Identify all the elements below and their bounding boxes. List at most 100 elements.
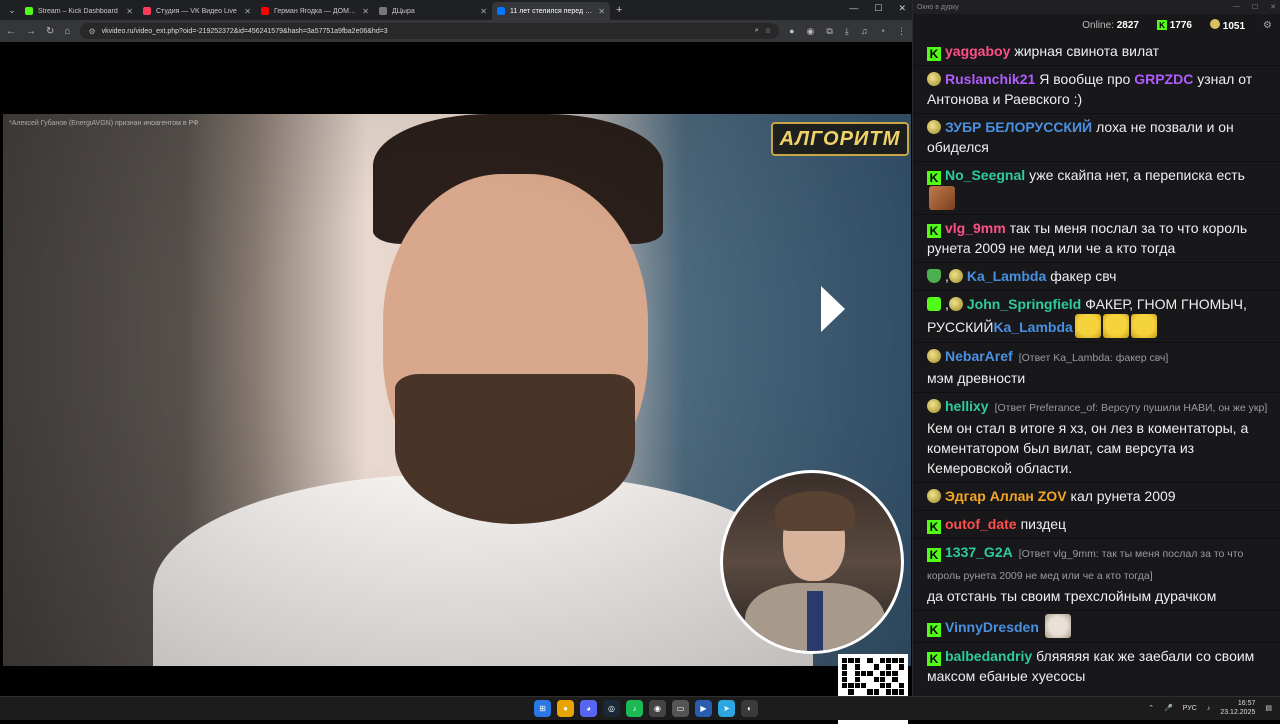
browser-tab[interactable]: 11 лет стелился перед Укр ✕ xyxy=(492,2,610,20)
chat-username[interactable]: balbedandriy xyxy=(945,648,1032,664)
chat-messages[interactable]: Kyaggaboy жирная свинота вилат Ruslanchik2… xyxy=(913,38,1280,688)
tab-close-icon[interactable]: ✕ xyxy=(362,7,369,16)
clock[interactable]: 16:57 23.12.2025 xyxy=(1220,699,1255,717)
chat-message[interactable]: , Ka_Lambda факер свч xyxy=(913,263,1280,291)
browser-tab[interactable]: Stream – Kick Dashboard ✕ xyxy=(20,2,138,20)
chat-stats: Online: 2827 K 1776 1051 ⚙ xyxy=(913,14,1280,36)
chat-message[interactable]: , John_Springfield ФАКЕР, ГНОМ ГНОМЫЧ, РУС… xyxy=(913,291,1280,343)
chrome-icon[interactable]: ● xyxy=(557,700,574,717)
chat-username[interactable]: 1337_G2A xyxy=(945,544,1013,560)
forward-icon[interactable]: → xyxy=(26,26,36,37)
home-icon[interactable]: ⌂ xyxy=(64,26,70,37)
chat-username[interactable]: John_Springfield xyxy=(967,296,1081,312)
notifications-icon[interactable]: ▤ xyxy=(1265,704,1272,712)
video-player[interactable]: *Алексей Губанов (EnergiAVGN) признан ин… xyxy=(0,42,912,724)
chat-message[interactable]: Эдгар Аллан ZOV кал рунета 2009 xyxy=(913,483,1280,511)
emote-face-icon xyxy=(929,186,955,210)
chat-message[interactable]: Koutof_date пиздец xyxy=(913,511,1280,539)
chat-username[interactable]: Эдгар Аллан ZOV xyxy=(945,488,1067,504)
qr-module xyxy=(854,670,860,676)
chat-message[interactable]: Kyaggaboy жирная свинота вилат xyxy=(913,38,1280,66)
site-info-icon[interactable]: ⚙ xyxy=(88,27,95,36)
app-icon[interactable]: ▭ xyxy=(672,700,689,717)
minimize-icon[interactable]: — xyxy=(849,3,858,14)
lang-indicator[interactable]: РУС xyxy=(1183,705,1197,712)
qr-module xyxy=(842,658,848,664)
chat-message[interactable]: Kvlg_9mm так ты меня послал за то что кор… xyxy=(913,215,1280,263)
volume-icon[interactable]: ♪ xyxy=(1207,705,1211,712)
qr-module xyxy=(892,670,898,676)
chat-username[interactable]: ЗУБР БЕЛОРУССКИЙ xyxy=(945,119,1092,135)
play-arrow-icon[interactable] xyxy=(821,286,845,332)
chat-username[interactable]: vlg_9mm xyxy=(945,220,1006,236)
qr-module xyxy=(886,689,892,695)
tab-close-icon[interactable]: ✕ xyxy=(480,7,487,16)
recording-extension-icon[interactable]: ◉ xyxy=(807,26,815,37)
zoom-icon[interactable]: ⌕ xyxy=(755,27,759,35)
chat-close-icon[interactable]: ✕ xyxy=(1270,3,1276,11)
extension-icon[interactable]: ● xyxy=(789,26,794,36)
extensions-puzzle-icon[interactable]: ⧉ xyxy=(826,26,832,37)
mention[interactable]: GRPZDC xyxy=(1134,71,1193,87)
maximize-icon[interactable]: ☐ xyxy=(874,3,882,14)
obs-icon[interactable]: ◉ xyxy=(649,700,666,717)
tab-search-icon[interactable]: ⌄ xyxy=(4,2,20,18)
tab-close-icon[interactable]: ✕ xyxy=(244,7,251,16)
spotify-icon[interactable]: ♪ xyxy=(626,700,643,717)
chat-message[interactable]: K VinnyDresden xyxy=(913,611,1280,643)
chat-username[interactable]: yaggaboy xyxy=(945,43,1010,59)
browser-tab[interactable]: Герман Ягодка — ДОМ 2 и ав ✕ xyxy=(256,2,374,20)
tray-chevron-icon[interactable]: ⌃ xyxy=(1148,704,1154,712)
qr-module xyxy=(867,658,873,664)
chat-username[interactable]: VinnyDresden xyxy=(945,619,1039,635)
profile-icon[interactable]: ◔ xyxy=(880,26,885,36)
chat-message[interactable]: K No_Seegnal уже скайпа нет, а переписка е… xyxy=(913,162,1280,215)
settings-gear-icon[interactable]: ⚙ xyxy=(1263,20,1272,31)
chat-message[interactable]: ЗУБР БЕЛОРУССКИЙ лоха не позвали и он оби… xyxy=(913,114,1280,162)
browser-tab[interactable]: Студия — VK Видео Live ✕ xyxy=(138,2,256,20)
start-icon[interactable]: ⊞ xyxy=(534,700,551,717)
chat-message[interactable]: NebarAref [Ответ Ka_Lambda: факер свч] мэм… xyxy=(913,343,1280,393)
qr-module xyxy=(860,670,867,676)
telegram-icon[interactable]: ➤ xyxy=(718,700,735,717)
chat-username[interactable]: outof_date xyxy=(945,516,1017,532)
new-tab-button[interactable]: + xyxy=(616,4,622,16)
back-icon[interactable]: ← xyxy=(6,26,16,37)
clock-date: 23.12.2025 xyxy=(1220,709,1256,716)
chat-username[interactable]: Ruslanchik21 xyxy=(945,71,1035,87)
mention[interactable]: Ka_Lambda xyxy=(993,319,1072,335)
discord-icon[interactable]: ◕ xyxy=(580,700,597,717)
tab-close-icon[interactable]: ✕ xyxy=(598,7,605,16)
qr-module xyxy=(860,683,867,689)
qr-module xyxy=(879,676,886,683)
media-player-icon[interactable]: ▶ xyxy=(695,700,712,717)
chat-username[interactable]: hellixy xyxy=(945,398,989,414)
steam-icon[interactable]: ◎ xyxy=(603,700,620,717)
chat-message[interactable]: K 1337_G2A [Ответ vlg_9mm: так ты меня пос… xyxy=(913,539,1280,611)
chat-maximize-icon[interactable]: ☐ xyxy=(1252,3,1258,11)
chat-username[interactable]: No_Seegnal xyxy=(945,167,1025,183)
close-icon[interactable]: ✕ xyxy=(898,3,906,14)
tab-close-icon[interactable]: ✕ xyxy=(126,7,133,16)
media-controls-icon[interactable]: ♫ xyxy=(861,26,868,36)
chat-message[interactable]: hellixy [Ответ Preferance_of: Версуту пуш… xyxy=(913,393,1280,483)
chat-minimize-icon[interactable]: — xyxy=(1233,3,1240,11)
chat-message[interactable]: Kbalbedandriy бляяяяя как же заебали со с… xyxy=(913,643,1280,688)
chat-username[interactable]: NebarAref xyxy=(945,348,1013,364)
reload-icon[interactable]: ↻ xyxy=(46,26,54,37)
veteran-badge-icon xyxy=(927,349,941,363)
address-bar[interactable]: ⚙ vkvideo.ru/video_ext.php?oid=-21925237… xyxy=(80,23,780,39)
downloads-icon[interactable]: ⤓ xyxy=(845,26,849,37)
browser-tab[interactable]: ДЦыра ✕ xyxy=(374,2,492,20)
chat-username[interactable]: Ka_Lambda xyxy=(967,268,1046,284)
qr-module xyxy=(848,658,854,664)
qr-module xyxy=(848,676,854,683)
browser-toolbar: ← → ↻ ⌂ ⚙ vkvideo.ru/video_ext.php?oid=-… xyxy=(0,20,912,42)
bookmark-star-icon[interactable]: ☆ xyxy=(765,27,771,35)
app-icon-2[interactable]: ◐ xyxy=(741,700,758,717)
microphone-icon[interactable]: 🎤 xyxy=(1164,704,1173,712)
tab-favicon-icon xyxy=(25,7,33,15)
message-text: жирная свинота вилат xyxy=(1014,43,1160,59)
chat-message[interactable]: Ruslanchik21 Я вообще про GRPZDC узнал от… xyxy=(913,66,1280,114)
menu-dots-icon[interactable]: ⋮ xyxy=(897,26,906,37)
